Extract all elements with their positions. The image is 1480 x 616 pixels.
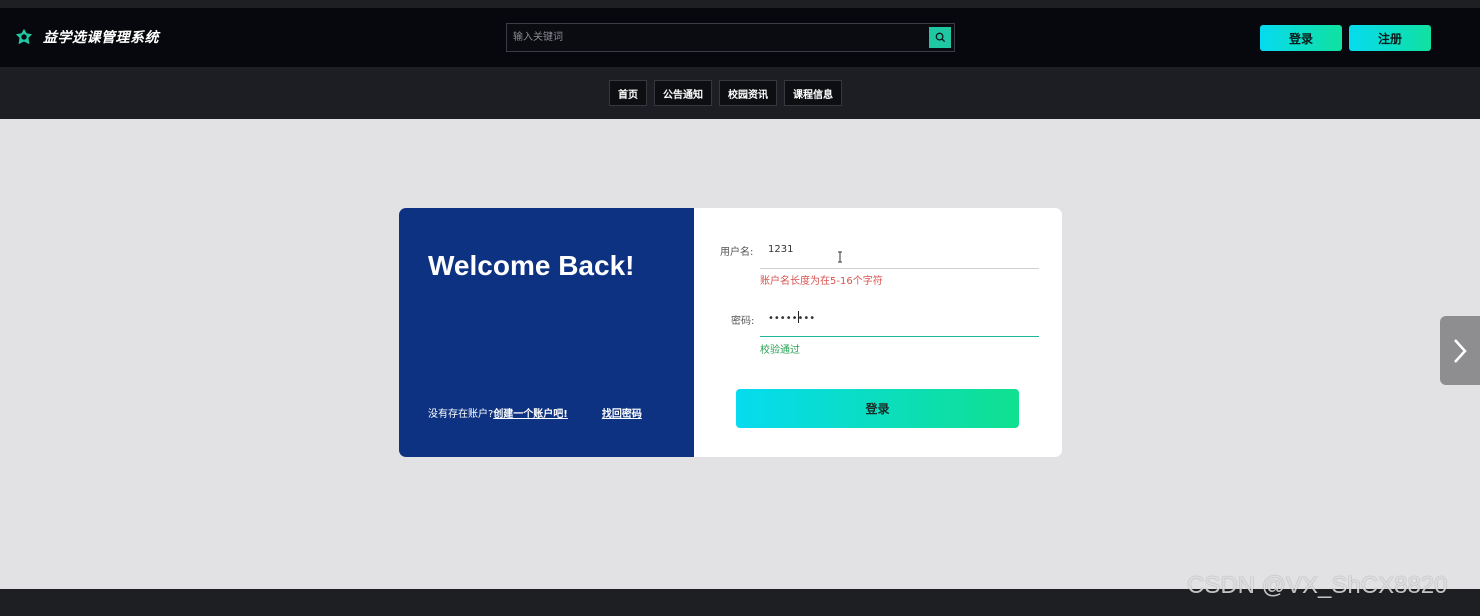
nav-item-home[interactable]: 首页 (609, 80, 647, 106)
nav-item-campus-news[interactable]: 校园资讯 (719, 80, 777, 106)
app-title: 益学选课管理系统 (43, 30, 159, 46)
text-cursor-icon (838, 251, 842, 263)
welcome-title: Welcome Back! (428, 250, 635, 281)
account-links: 没有存在账户? 创建一个账户吧! 找回密码 (428, 405, 642, 420)
search-button[interactable] (929, 27, 951, 48)
password-success: 校验通过 (760, 345, 800, 356)
main-nav: 首页 公告通知 校园资讯 课程信息 (0, 67, 1480, 119)
password-underline (760, 336, 1039, 337)
top-strip (0, 0, 1480, 8)
login-submit-button[interactable]: 登录 (736, 389, 1019, 428)
chevron-right-icon (1454, 338, 1467, 363)
header-login-button[interactable]: 登录 (1260, 25, 1342, 51)
password-field[interactable] (760, 308, 1039, 328)
nav-item-courses[interactable]: 课程信息 (784, 80, 842, 106)
login-card: Welcome Back! 没有存在账户? 创建一个账户吧! 找回密码 用户名:… (399, 208, 1062, 457)
header-register-button[interactable]: 注册 (1349, 25, 1431, 51)
logo-icon (15, 28, 33, 45)
search-box (506, 23, 955, 52)
username-underline (760, 268, 1039, 269)
search-input[interactable] (507, 24, 927, 51)
password-label: 密码: (731, 316, 755, 327)
no-account-text: 没有存在账户? (428, 409, 494, 420)
search-icon (935, 32, 945, 43)
forgot-password-link[interactable]: 找回密码 (602, 405, 642, 420)
username-error: 账户名长度为在5-16个字符 (760, 276, 883, 287)
input-caret (798, 311, 799, 323)
next-slide-button[interactable] (1440, 316, 1480, 385)
logo[interactable]: 益学选课管理系统 (15, 27, 159, 47)
welcome-panel: Welcome Back! 没有存在账户? 创建一个账户吧! 找回密码 (399, 208, 694, 457)
header: 益学选课管理系统 登录 注册 (0, 8, 1480, 67)
username-field[interactable] (760, 239, 1039, 259)
create-account-link[interactable]: 创建一个账户吧! (493, 405, 568, 420)
username-label: 用户名: (720, 247, 754, 258)
nav-item-announcements[interactable]: 公告通知 (654, 80, 712, 106)
watermark: CSDN @VX_ShCX8820 (1187, 572, 1448, 599)
